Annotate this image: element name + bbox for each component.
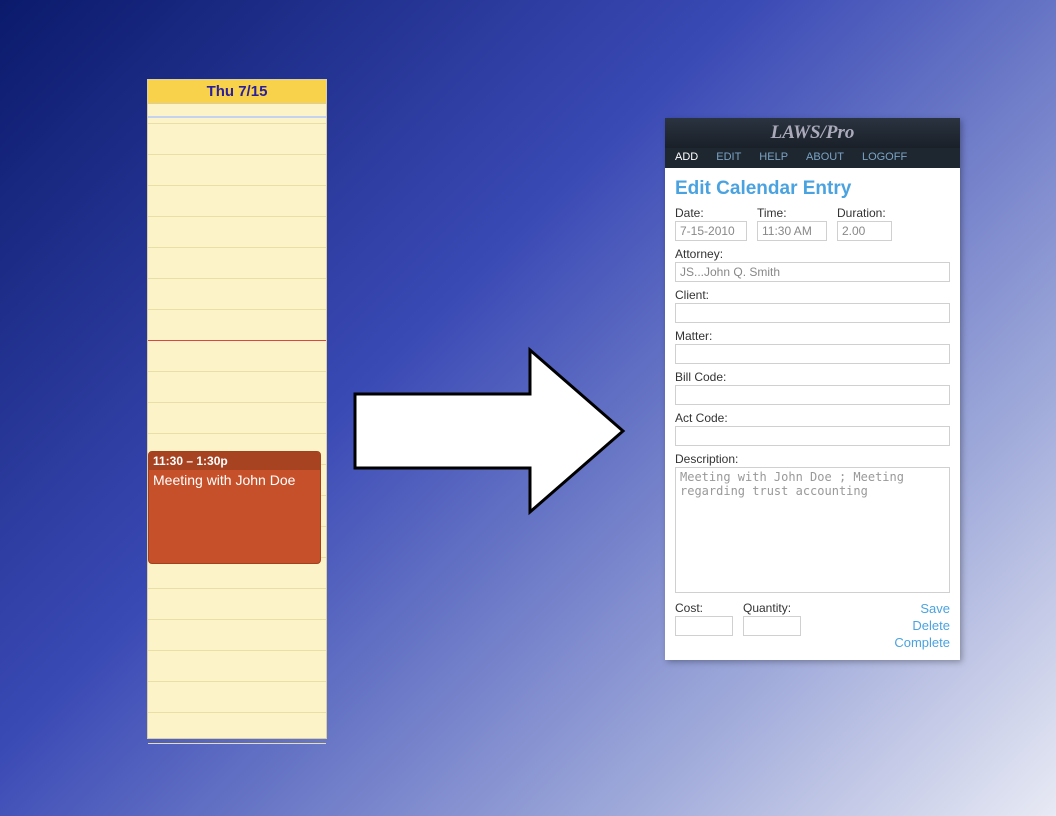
description-label: Description: bbox=[675, 452, 950, 466]
menu-help[interactable]: HELP bbox=[759, 151, 788, 163]
menu-edit[interactable]: EDIT bbox=[716, 151, 741, 163]
event-title: Meeting with John Doe bbox=[149, 470, 320, 492]
hour-row[interactable] bbox=[148, 651, 326, 682]
duration-input[interactable] bbox=[837, 221, 892, 241]
hour-row[interactable] bbox=[148, 155, 326, 186]
hour-row[interactable] bbox=[148, 682, 326, 713]
time-input[interactable] bbox=[757, 221, 827, 241]
hour-row[interactable] bbox=[148, 620, 326, 651]
date-label: Date: bbox=[675, 206, 747, 220]
actcode-input[interactable] bbox=[675, 426, 950, 446]
time-label: Time: bbox=[757, 206, 827, 220]
edit-entry-panel: LAWS/Pro ADD EDIT HELP ABOUT LOGOFF Edit… bbox=[665, 118, 960, 660]
hour-row[interactable] bbox=[148, 248, 326, 279]
calendar-day-header: Thu 7/15 bbox=[148, 80, 326, 104]
calendar-day-view: Thu 7/15 11:30 – 1:30p Meeting with John… bbox=[147, 79, 327, 739]
hour-row[interactable] bbox=[148, 403, 326, 434]
menu-logoff[interactable]: LOGOFF bbox=[862, 151, 907, 163]
hour-row[interactable] bbox=[148, 589, 326, 620]
save-link[interactable]: Save bbox=[894, 601, 950, 618]
hour-row[interactable] bbox=[148, 372, 326, 403]
hour-row[interactable] bbox=[148, 279, 326, 310]
attorney-input[interactable] bbox=[675, 262, 950, 282]
form-heading: Edit Calendar Entry bbox=[675, 178, 950, 200]
menu-add[interactable]: ADD bbox=[675, 151, 698, 163]
complete-link[interactable]: Complete bbox=[894, 635, 950, 652]
quantity-label: Quantity: bbox=[743, 601, 801, 615]
quantity-input[interactable] bbox=[743, 616, 801, 636]
client-input[interactable] bbox=[675, 303, 950, 323]
delete-link[interactable]: Delete bbox=[894, 618, 950, 635]
menu-about[interactable]: ABOUT bbox=[806, 151, 844, 163]
actcode-label: Act Code: bbox=[675, 411, 950, 425]
arrow-icon bbox=[345, 342, 635, 520]
calendar-allday-strip bbox=[148, 104, 326, 118]
hour-row[interactable] bbox=[148, 124, 326, 155]
event-time-range: 11:30 – 1:30p bbox=[149, 452, 320, 470]
date-input[interactable] bbox=[675, 221, 747, 241]
description-textarea[interactable] bbox=[675, 467, 950, 593]
hour-row[interactable] bbox=[148, 341, 326, 372]
form-body: Edit Calendar Entry Date: Time: Duration… bbox=[665, 168, 960, 660]
app-titlebar: LAWS/Pro bbox=[665, 118, 960, 148]
billcode-label: Bill Code: bbox=[675, 370, 950, 384]
client-label: Client: bbox=[675, 288, 950, 302]
matter-input[interactable] bbox=[675, 344, 950, 364]
cost-label: Cost: bbox=[675, 601, 733, 615]
hour-row[interactable] bbox=[148, 217, 326, 248]
app-menubar: ADD EDIT HELP ABOUT LOGOFF bbox=[665, 148, 960, 168]
billcode-input[interactable] bbox=[675, 385, 950, 405]
hour-row[interactable] bbox=[148, 186, 326, 217]
app-title: LAWS/Pro bbox=[771, 122, 855, 143]
calendar-event[interactable]: 11:30 – 1:30p Meeting with John Doe bbox=[148, 451, 321, 564]
cost-input[interactable] bbox=[675, 616, 733, 636]
attorney-label: Attorney: bbox=[675, 247, 950, 261]
hour-row[interactable] bbox=[148, 713, 326, 744]
hour-row[interactable] bbox=[148, 310, 326, 341]
matter-label: Matter: bbox=[675, 329, 950, 343]
duration-label: Duration: bbox=[837, 206, 892, 220]
